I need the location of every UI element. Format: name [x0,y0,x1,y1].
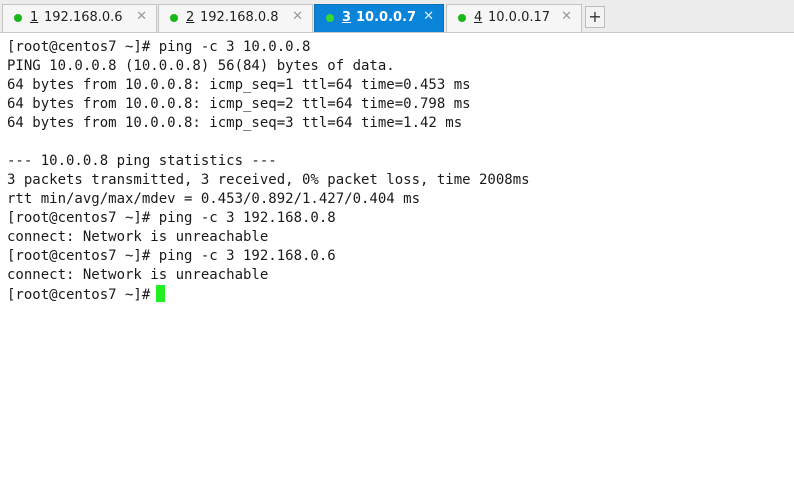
connection-status-icon [326,14,334,22]
prompt-line: [root@centos7 ~]# [7,285,794,304]
tab-label: 10.0.0.7 [356,10,417,25]
connection-status-icon [14,14,22,22]
terminal-line: --- 10.0.0.8 ping statistics --- [7,153,277,169]
close-tab-icon[interactable]: ✕ [423,9,434,24]
terminal-line: 64 bytes from 10.0.0.8: icmp_seq=1 ttl=6… [7,77,471,93]
terminal-line: [root@centos7 ~]# ping -c 3 192.168.0.6 [7,248,336,264]
tab-label: 192.168.0.8 [200,10,279,25]
tab-number: 1 [30,10,39,25]
close-tab-icon[interactable]: ✕ [561,9,572,24]
terminal-line: [root@centos7 ~]# ping -c 3 10.0.0.8 [7,39,311,55]
tab-label: 192.168.0.6 [44,10,123,25]
tab-number: 2 [186,10,195,25]
session-tab-bar: 1 192.168.0.6 ✕ 2 192.168.0.8 ✕ 3 10.0.0… [0,0,794,33]
close-tab-icon[interactable]: ✕ [136,9,147,24]
tab-session-2[interactable]: 2 192.168.0.8 ✕ [158,4,313,32]
terminal-line: connect: Network is unreachable [7,229,269,245]
terminal-line: rtt min/avg/max/mdev = 0.453/0.892/1.427… [7,191,421,207]
tab-number: 3 [342,10,352,25]
close-tab-icon[interactable]: ✕ [292,9,303,24]
connection-status-icon [458,14,466,22]
tab-number: 4 [474,10,483,25]
new-tab-button[interactable]: + [585,6,605,28]
terminal-line: 64 bytes from 10.0.0.8: icmp_seq=2 ttl=6… [7,96,471,112]
tab-label: 10.0.0.17 [488,10,551,25]
tab-session-1[interactable]: 1 192.168.0.6 ✕ [2,4,157,32]
terminal-line: connect: Network is unreachable [7,267,269,283]
terminal-line: 3 packets transmitted, 3 received, 0% pa… [7,172,530,188]
terminal-line: PING 10.0.0.8 (10.0.0.8) 56(84) bytes of… [7,58,395,74]
terminal-app-window: 1 192.168.0.6 ✕ 2 192.168.0.8 ✕ 3 10.0.0… [0,0,794,477]
tab-session-3[interactable]: 3 10.0.0.7 ✕ [314,4,444,32]
terminal-line: 64 bytes from 10.0.0.8: icmp_seq=3 ttl=6… [7,115,463,131]
tab-session-4[interactable]: 4 10.0.0.17 ✕ [446,4,582,32]
connection-status-icon [170,14,178,22]
shell-prompt: [root@centos7 ~]# [7,287,151,303]
terminal-line: [root@centos7 ~]# ping -c 3 192.168.0.8 [7,210,336,226]
terminal-output-area[interactable]: [root@centos7 ~]# ping -c 3 10.0.0.8 PIN… [0,34,794,477]
text-cursor [156,285,166,302]
